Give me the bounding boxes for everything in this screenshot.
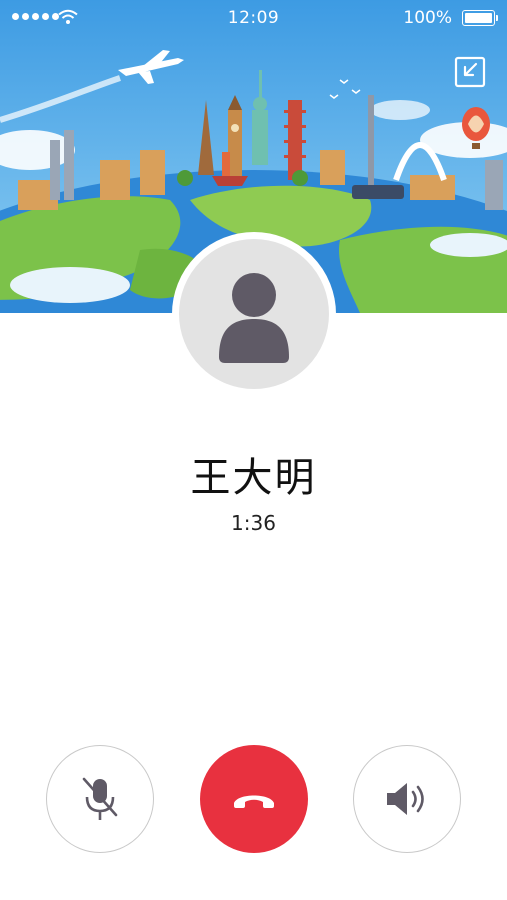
call-duration: 1:36	[231, 511, 276, 535]
mute-button[interactable]	[46, 745, 154, 853]
microphone-off-icon	[82, 777, 118, 820]
person-silhouette-icon	[219, 273, 289, 363]
phone-hangup-icon	[234, 795, 274, 808]
avatar	[172, 232, 336, 396]
speaker-button[interactable]	[353, 745, 461, 853]
speaker-icon	[387, 783, 424, 815]
battery-percentage: 100%	[403, 8, 452, 28]
minimize-window-icon[interactable]	[454, 56, 486, 88]
caller-name: 王大明	[190, 455, 317, 501]
battery-full-icon	[462, 10, 498, 26]
status-bar: 12:09 100%	[0, 0, 507, 36]
hangup-button[interactable]	[200, 745, 308, 853]
